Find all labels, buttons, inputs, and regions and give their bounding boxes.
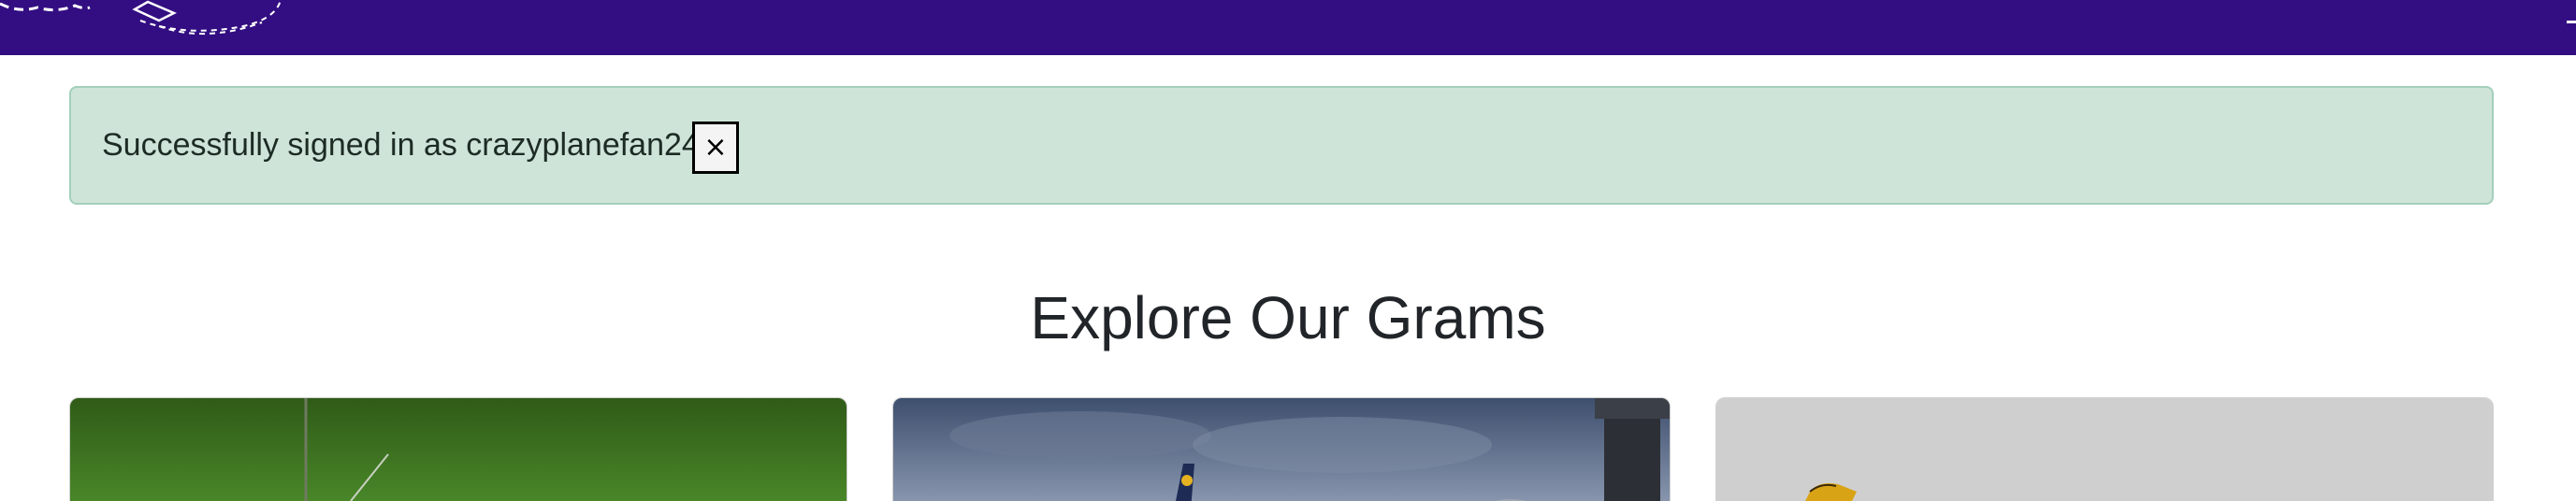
- navbar-edge-mark: [2567, 21, 2576, 23]
- alert-close-button[interactable]: ×: [692, 122, 739, 174]
- airplane-logo-icon[interactable]: [0, 0, 299, 37]
- alert-message: Successfully signed in as crazyplanefan2…: [102, 127, 709, 163]
- gram-image: [1716, 398, 2493, 501]
- gram-card[interactable]: [69, 397, 847, 501]
- gram-card[interactable]: [892, 397, 1671, 501]
- navbar: [0, 0, 2576, 55]
- gram-image: [893, 398, 1670, 501]
- gram-card[interactable]: [1715, 397, 2494, 501]
- success-alert: Successfully signed in as crazyplanefan2…: [69, 86, 2494, 205]
- page-title: Explore Our Grams: [1030, 284, 1546, 351]
- gram-image: [70, 398, 847, 501]
